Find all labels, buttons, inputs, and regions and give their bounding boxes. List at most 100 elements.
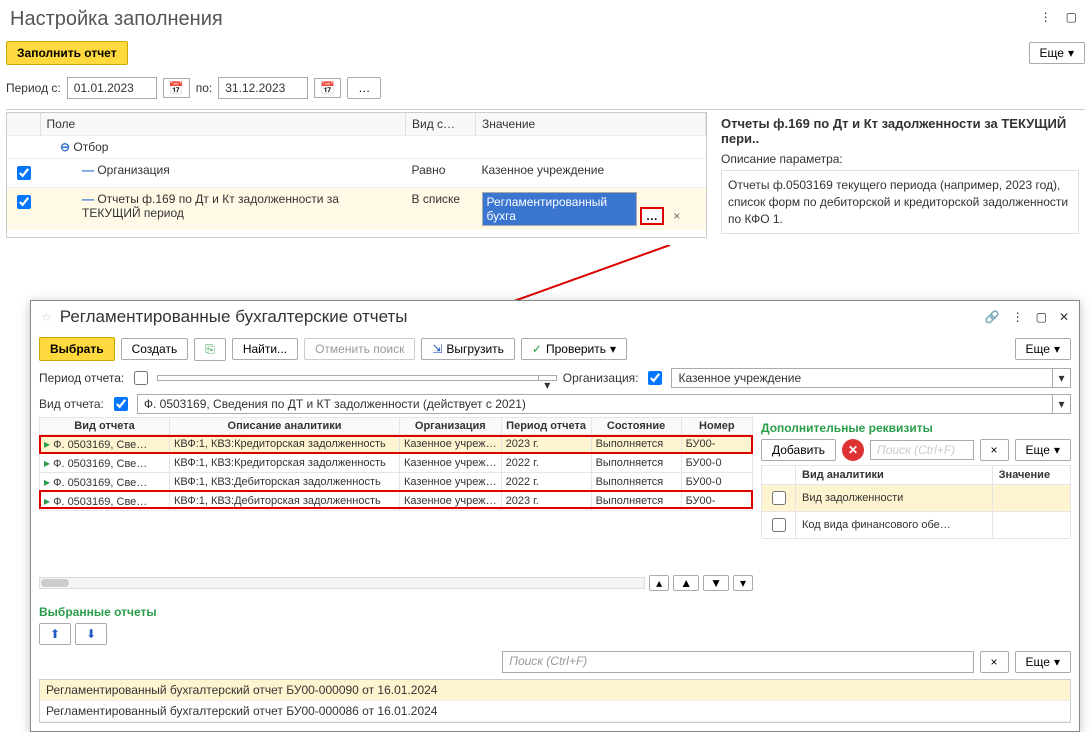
move-down-button[interactable]: ⬇ bbox=[75, 623, 107, 645]
req-row-checkbox[interactable] bbox=[772, 491, 786, 505]
req-more-button[interactable]: Еще ▾ bbox=[1015, 439, 1071, 461]
req-row-value[interactable] bbox=[992, 485, 1070, 512]
col-kind[interactable]: Вид отчета bbox=[40, 418, 170, 435]
table-row-state[interactable]: Выполняется bbox=[591, 454, 681, 473]
find-button[interactable]: Найти... bbox=[232, 338, 298, 360]
col-value[interactable]: Значение bbox=[476, 113, 706, 136]
scroll-down-icon[interactable]: ▼ bbox=[703, 575, 729, 591]
more-actions-icon[interactable]: ⋮ bbox=[1040, 10, 1052, 24]
table-row-org[interactable]: Казенное учреж… bbox=[400, 492, 502, 511]
table-row-kind[interactable]: ▸ Ф. 0503169, Све… bbox=[40, 435, 170, 454]
move-up-button[interactable]: ⬆ bbox=[39, 623, 71, 645]
filter-field[interactable]: Отчеты ф.169 по Дт и Кт задолженности за… bbox=[82, 192, 339, 220]
export-button[interactable]: ⇲ Выгрузить bbox=[421, 338, 515, 360]
star-icon[interactable]: ☆ bbox=[41, 310, 52, 324]
table-row-number[interactable]: БУ00- bbox=[681, 492, 752, 511]
col-kind[interactable]: Вид с… bbox=[406, 113, 476, 136]
table-row-kind[interactable]: ▸ Ф. 0503169, Све… bbox=[40, 454, 170, 473]
table-row-number[interactable]: БУ00-0 bbox=[681, 454, 752, 473]
create-button[interactable]: Создать bbox=[121, 338, 189, 360]
table-row-org[interactable]: Казенное учреж… bbox=[400, 473, 502, 492]
row-checkbox-reports[interactable] bbox=[17, 195, 31, 209]
table-row-number[interactable]: БУ00- bbox=[681, 435, 752, 454]
req-row-name[interactable]: Код вида финансового обе… bbox=[796, 512, 993, 539]
filter-value[interactable]: Казенное учреждение bbox=[476, 159, 706, 188]
col-field[interactable]: Поле bbox=[40, 113, 406, 136]
req-row-value[interactable] bbox=[992, 512, 1070, 539]
org-filter-select[interactable]: Казенное учреждение▾ bbox=[671, 368, 1071, 388]
calendar-from-icon[interactable]: 📅 bbox=[163, 78, 190, 98]
filter-kind[interactable]: Равно bbox=[406, 159, 476, 188]
selected-search-clear[interactable]: × bbox=[980, 651, 1009, 673]
req-col-name[interactable]: Вид аналитики bbox=[796, 466, 993, 485]
selected-search-input[interactable]: Поиск (Ctrl+F) bbox=[502, 651, 973, 673]
table-row-analytics[interactable]: КВФ:1, КВЗ:Дебиторская задолженность bbox=[170, 492, 400, 511]
cancel-search-button[interactable]: Отменить поиск bbox=[304, 338, 415, 360]
h-scrollbar[interactable] bbox=[39, 577, 645, 589]
table-row-period[interactable]: 2022 г. bbox=[501, 454, 591, 473]
col-analytics[interactable]: Описание аналитики bbox=[170, 418, 400, 435]
add-requisite-button[interactable]: Добавить bbox=[761, 439, 836, 461]
collapse-icon[interactable]: ⊖ bbox=[60, 140, 70, 154]
table-row-org[interactable]: Казенное учреж… bbox=[400, 435, 502, 454]
col-number[interactable]: Номер bbox=[681, 418, 752, 435]
window-restore-icon[interactable]: ▢ bbox=[1036, 310, 1047, 324]
period-extra-button[interactable]: … bbox=[347, 77, 381, 99]
table-row-analytics[interactable]: КВФ:1, КВЗ:Кредиторская задолженность bbox=[170, 435, 400, 454]
filter-value-input[interactable]: Регламентированный бухга bbox=[482, 192, 637, 226]
list-item[interactable]: Регламентированный бухгалтерский отчет Б… bbox=[40, 680, 1070, 701]
period-filter-checkbox[interactable] bbox=[134, 371, 148, 385]
link-icon[interactable]: 🔗 bbox=[985, 310, 1000, 324]
table-row-period[interactable]: 2023 г. bbox=[501, 435, 591, 454]
table-row-analytics[interactable]: КВФ:1, КВЗ:Дебиторская задолженность bbox=[170, 473, 400, 492]
date-from-input[interactable]: 01.01.2023 bbox=[67, 77, 157, 99]
table-row-period[interactable]: 2022 г. bbox=[501, 473, 591, 492]
close-icon[interactable]: ✕ bbox=[1059, 310, 1069, 324]
table-row-number[interactable]: БУ00-0 bbox=[681, 473, 752, 492]
copy-button[interactable]: ⎘ bbox=[194, 338, 226, 361]
req-row-checkbox[interactable] bbox=[772, 518, 786, 532]
remove-filter-icon[interactable]: — bbox=[82, 192, 94, 206]
window-restore-icon[interactable]: ▢ bbox=[1066, 10, 1077, 24]
delete-requisite-button[interactable]: ✕ bbox=[842, 439, 864, 461]
row-checkbox-org[interactable] bbox=[17, 166, 31, 180]
filter-field[interactable]: Организация bbox=[97, 163, 169, 177]
table-row-kind[interactable]: ▸ Ф. 0503169, Све… bbox=[40, 473, 170, 492]
filter-group[interactable]: Отбор bbox=[73, 140, 108, 154]
table-row-state[interactable]: Выполняется bbox=[591, 473, 681, 492]
selected-more-button[interactable]: Еще ▾ bbox=[1015, 651, 1071, 673]
table-row-period[interactable]: 2023 г. bbox=[501, 492, 591, 511]
table-row-state[interactable]: Выполняется bbox=[591, 492, 681, 511]
value-clear-button[interactable]: × bbox=[667, 208, 686, 224]
select-button[interactable]: Выбрать bbox=[39, 337, 115, 361]
kind-filter-select[interactable]: Ф. 0503169, Сведения по ДТ и КТ задолжен… bbox=[137, 394, 1071, 414]
col-org[interactable]: Организация bbox=[400, 418, 502, 435]
calendar-to-icon[interactable]: 📅 bbox=[314, 78, 341, 98]
more-button[interactable]: Еще ▾ bbox=[1029, 42, 1085, 64]
dialog-more-button[interactable]: Еще ▾ bbox=[1015, 338, 1071, 360]
remove-filter-icon[interactable]: — bbox=[82, 163, 94, 177]
table-row-analytics[interactable]: КВФ:1, КВЗ:Кредиторская задолженность bbox=[170, 454, 400, 473]
list-item[interactable]: Регламентированный бухгалтерский отчет Б… bbox=[40, 701, 1070, 722]
col-state[interactable]: Состояние bbox=[591, 418, 681, 435]
more-icon[interactable]: ⋮ bbox=[1012, 310, 1024, 324]
req-row-name[interactable]: Вид задолженности bbox=[796, 485, 993, 512]
date-to-input[interactable]: 31.12.2023 bbox=[218, 77, 308, 99]
org-filter-checkbox[interactable] bbox=[648, 371, 662, 385]
req-col-value[interactable]: Значение bbox=[992, 466, 1070, 485]
req-search-clear[interactable]: × bbox=[980, 439, 1009, 461]
table-row-org[interactable]: Казенное учреж… bbox=[400, 454, 502, 473]
req-search-input[interactable]: Поиск (Ctrl+F) bbox=[870, 440, 973, 460]
kind-filter-checkbox[interactable] bbox=[114, 397, 128, 411]
table-row-state[interactable]: Выполняется bbox=[591, 435, 681, 454]
check-button[interactable]: ✓ Проверить ▾ bbox=[521, 338, 627, 360]
period-filter-select[interactable]: ▾ bbox=[157, 375, 557, 381]
scroll-up-icon[interactable]: ▲ bbox=[673, 575, 699, 591]
filter-kind[interactable]: В списке bbox=[406, 188, 476, 231]
col-period[interactable]: Период отчета bbox=[501, 418, 591, 435]
scroll-top-icon[interactable]: ▴ bbox=[649, 575, 669, 591]
fill-report-button[interactable]: Заполнить отчет bbox=[6, 41, 128, 65]
scroll-bottom-icon[interactable]: ▾ bbox=[733, 575, 753, 591]
value-lookup-button[interactable]: … bbox=[640, 207, 664, 225]
table-row-kind[interactable]: ▸ Ф. 0503169, Све… bbox=[40, 492, 170, 511]
